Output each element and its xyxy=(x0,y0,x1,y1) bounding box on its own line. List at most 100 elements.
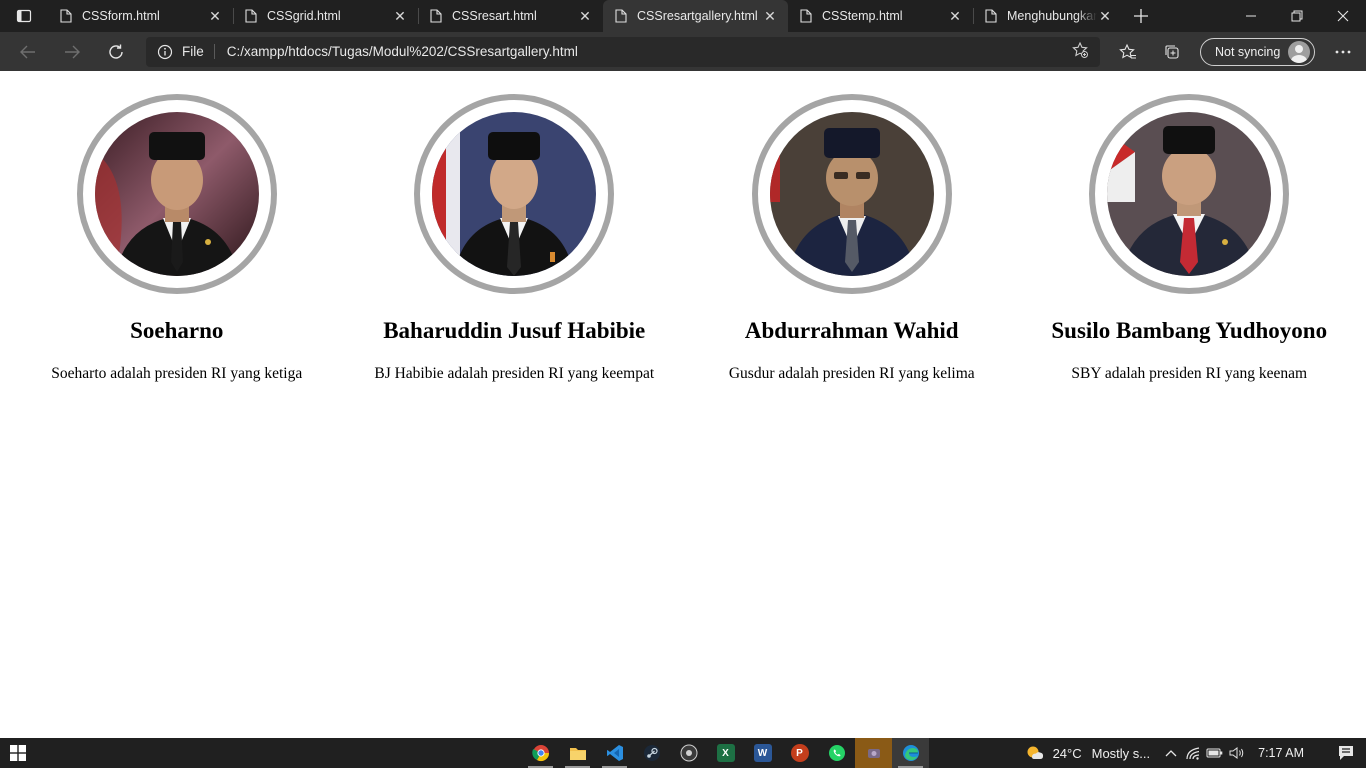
card-description: SBY adalah presiden RI yang keenam xyxy=(1071,365,1308,382)
restore-button[interactable] xyxy=(1274,0,1320,32)
close-icon[interactable]: ✕ xyxy=(947,8,963,25)
excel-icon[interactable]: X xyxy=(707,738,744,768)
volume-icon[interactable] xyxy=(1226,746,1248,760)
add-favorite-icon[interactable] xyxy=(1070,41,1090,62)
tab-title: CSSgrid.html xyxy=(267,9,341,23)
profile-sync-button[interactable]: Not syncing xyxy=(1200,37,1316,66)
address-bar[interactable]: File C:/xampp/htdocs/Tugas/Modul%202/CSS… xyxy=(146,36,1100,67)
tab-cssresart[interactable]: CSSresart.html ✕ xyxy=(418,0,603,32)
card-title: Baharuddin Jusuf Habibie xyxy=(383,318,646,343)
notification-center-button[interactable] xyxy=(1326,745,1366,761)
avatar xyxy=(1288,40,1311,63)
windows-logo-icon xyxy=(10,745,26,761)
portrait-image xyxy=(769,112,934,276)
partly-sunny-icon xyxy=(1027,746,1043,759)
window-controls xyxy=(1228,0,1366,32)
arrow-right-icon xyxy=(65,45,80,58)
tab-menghubungkan[interactable]: Menghubungkan HTML ✕ xyxy=(973,0,1123,32)
tab-title: CSSresart.html xyxy=(452,9,537,23)
address-url[interactable]: C:/xampp/htdocs/Tugas/Modul%202/CSSresar… xyxy=(227,44,1070,59)
weather-widget[interactable]: 24°C Mostly s... xyxy=(1025,743,1151,763)
new-tab-button[interactable] xyxy=(1123,0,1159,32)
tab-title: CSStemp.html xyxy=(822,9,903,23)
forward-button[interactable] xyxy=(50,32,94,71)
whatsapp-icon[interactable] xyxy=(818,738,855,768)
close-icon[interactable]: ✕ xyxy=(1097,8,1113,25)
close-icon[interactable]: ✕ xyxy=(577,8,593,25)
close-window-button[interactable] xyxy=(1320,0,1366,32)
page-icon xyxy=(430,9,442,23)
weather-temperature: 24°C xyxy=(1052,745,1082,761)
close-icon[interactable]: ✕ xyxy=(762,8,778,25)
taskbar: X W P 24°C Mostly s... 7:17 AM xyxy=(0,738,1366,768)
obs-icon[interactable] xyxy=(670,738,707,768)
steam-icon[interactable] xyxy=(633,738,670,768)
arrow-left-icon xyxy=(20,45,35,58)
tab-csstemp[interactable]: CSStemp.html ✕ xyxy=(788,0,973,32)
taskbar-apps: X W P xyxy=(522,738,929,768)
notification-icon xyxy=(1339,746,1353,760)
page-icon xyxy=(800,9,812,23)
file-explorer-icon[interactable] xyxy=(559,738,596,768)
minimize-icon xyxy=(1246,15,1256,17)
clock[interactable]: 7:17 AM xyxy=(1258,746,1304,760)
tab-actions-button[interactable] xyxy=(0,0,48,32)
refresh-icon xyxy=(109,44,123,59)
tab-actions-icon xyxy=(16,9,32,23)
close-icon[interactable]: ✕ xyxy=(392,8,408,25)
page-icon xyxy=(615,9,627,23)
page-viewport: Soeharno Soeharto adalah presiden RI yan… xyxy=(0,71,1366,738)
back-button[interactable] xyxy=(6,32,50,71)
address-scheme-label: File xyxy=(174,44,215,59)
system-tray: 24°C Mostly s... 7:17 AM xyxy=(1025,738,1366,768)
card-title: Susilo Bambang Yudhoyono xyxy=(1051,318,1328,343)
portrait-image xyxy=(432,112,597,276)
tab-cssresartgallery[interactable]: CSSresartgallery.html ✕ xyxy=(603,0,788,32)
portrait-image xyxy=(94,112,259,276)
sync-status-label: Not syncing xyxy=(1215,44,1281,59)
collections-button[interactable] xyxy=(1150,32,1194,71)
portrait-frame xyxy=(414,94,615,294)
vscode-icon[interactable] xyxy=(596,738,633,768)
tab-title: Menghubungkan HTML xyxy=(1007,9,1097,23)
gallery-card: Susilo Bambang Yudhoyono SBY adalah pres… xyxy=(1021,71,1359,383)
minimize-button[interactable] xyxy=(1228,0,1274,32)
restore-icon xyxy=(1291,10,1303,22)
card-description: Soeharto adalah presiden RI yang ketiga xyxy=(51,365,303,382)
collections-icon xyxy=(1165,44,1179,59)
tab-cssform[interactable]: CSSform.html ✕ xyxy=(48,0,233,32)
plus-icon xyxy=(1134,9,1148,23)
gallery-card: Abdurrahman Wahid Gusdur adalah presiden… xyxy=(683,71,1021,383)
more-options-button[interactable] xyxy=(1321,32,1365,71)
page-icon xyxy=(245,9,257,23)
card-description: BJ Habibie adalah presiden RI yang keemp… xyxy=(374,365,655,382)
tab-title: CSSform.html xyxy=(82,9,160,23)
browser-toolbar: File C:/xampp/htdocs/Tugas/Modul%202/CSS… xyxy=(0,32,1366,71)
card-title: Soeharno xyxy=(130,318,224,343)
portrait-frame xyxy=(751,94,952,294)
chevron-up-icon[interactable] xyxy=(1160,749,1182,757)
edge-icon[interactable] xyxy=(892,738,929,768)
wifi-icon[interactable] xyxy=(1182,746,1204,760)
page-icon xyxy=(985,9,997,23)
page-icon xyxy=(60,9,72,23)
card-title: Abdurrahman Wahid xyxy=(744,318,959,343)
app-icon[interactable] xyxy=(855,738,892,768)
refresh-button[interactable] xyxy=(94,32,138,71)
tab-cssgrid[interactable]: CSSgrid.html ✕ xyxy=(233,0,418,32)
battery-icon[interactable] xyxy=(1204,747,1226,759)
gallery: Soeharno Soeharto adalah presiden RI yan… xyxy=(0,71,1366,383)
gallery-card: Soeharno Soeharto adalah presiden RI yan… xyxy=(8,71,346,383)
favorites-button[interactable] xyxy=(1106,32,1150,71)
tab-strip: CSSform.html ✕ CSSgrid.html ✕ CSSresart.… xyxy=(0,0,1366,32)
close-icon[interactable]: ✕ xyxy=(207,8,223,25)
powerpoint-icon[interactable]: P xyxy=(781,738,818,768)
info-icon[interactable] xyxy=(156,44,174,60)
weather-condition: Mostly s... xyxy=(1091,745,1151,761)
word-icon[interactable]: W xyxy=(744,738,781,768)
start-button[interactable] xyxy=(0,738,36,768)
favorites-icon xyxy=(1119,43,1136,59)
card-description: Gusdur adalah presiden RI yang kelima xyxy=(728,365,975,382)
chrome-icon[interactable] xyxy=(522,738,559,768)
portrait-frame xyxy=(1089,94,1290,294)
